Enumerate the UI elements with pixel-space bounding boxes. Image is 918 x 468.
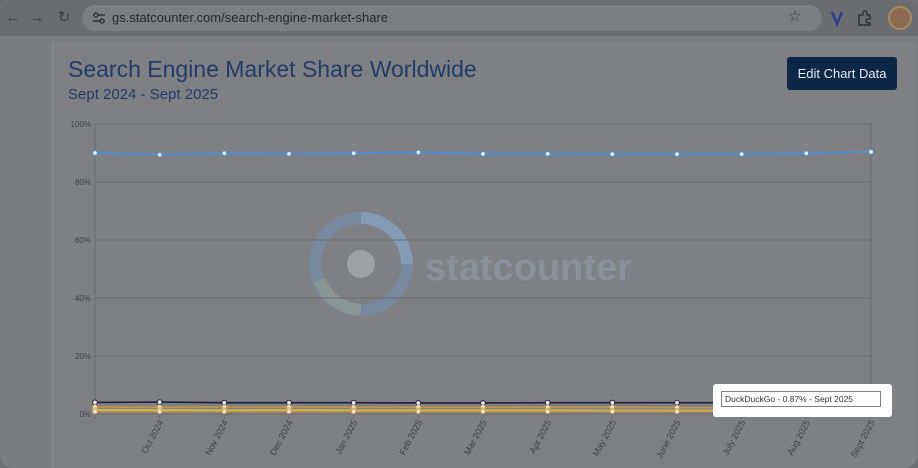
data-point[interactable] <box>609 151 616 158</box>
data-point[interactable] <box>92 150 98 156</box>
browser-window: ← → ↻ gs.statcounter.com/search-engine-m… <box>0 0 918 468</box>
data-point[interactable] <box>738 151 745 158</box>
data-point[interactable] <box>480 150 486 157</box>
y-tick-label: 40% <box>75 294 91 303</box>
data-point[interactable] <box>609 399 616 406</box>
x-tick-label: Feb 2025 <box>397 418 424 456</box>
data-point[interactable] <box>92 408 98 415</box>
data-point[interactable] <box>156 408 163 415</box>
data-point[interactable] <box>674 151 680 158</box>
data-point[interactable] <box>156 399 163 406</box>
data-point[interactable] <box>415 149 422 156</box>
data-point[interactable] <box>674 399 680 406</box>
y-tick-label: 80% <box>75 178 91 187</box>
y-tick-label: 0% <box>79 410 91 419</box>
y-tick-label: 60% <box>75 236 91 245</box>
x-tick-label: Aug 2025 <box>785 418 812 457</box>
data-point[interactable] <box>609 408 616 415</box>
data-point-tooltip: DuckDuckGo - 0.87% - Sept 2025 <box>721 391 881 407</box>
x-tick-label: June 2025 <box>654 418 683 460</box>
data-point[interactable] <box>480 408 486 415</box>
x-tick-label: Oct 2024 <box>139 418 165 455</box>
watermark-text: statcounter <box>425 247 632 289</box>
y-tick-label: 100% <box>71 120 91 129</box>
data-point[interactable] <box>221 150 228 157</box>
x-axis-ticks: Oct 2024 Nov 2024 Dec 2024 Jan 2025 Feb 2025… <box>94 414 877 460</box>
y-axis-ticks: 0% 20% 40% 60% 80% 100% <box>71 120 91 419</box>
x-tick-label: Mar 2025 <box>462 418 489 456</box>
data-point[interactable] <box>350 408 357 415</box>
statcounter-watermark: statcounter <box>309 212 632 316</box>
x-tick-label: July 2025 <box>721 418 748 457</box>
data-point[interactable] <box>674 408 680 415</box>
x-tick-label: Sept 2025 <box>849 418 877 459</box>
x-tick-label: Jan 2025 <box>333 418 359 455</box>
data-point[interactable] <box>286 150 292 157</box>
x-tick-label: Apr 2025 <box>527 418 553 455</box>
data-point[interactable] <box>286 408 292 415</box>
data-point[interactable] <box>868 148 874 155</box>
data-point[interactable] <box>803 150 810 157</box>
x-tick-label: May 2025 <box>591 418 618 458</box>
data-point[interactable] <box>156 151 163 158</box>
data-point[interactable] <box>544 408 551 415</box>
data-point[interactable] <box>350 150 357 157</box>
data-point[interactable] <box>544 399 551 406</box>
y-tick-label: 20% <box>75 352 91 361</box>
x-tick-label: Dec 2024 <box>268 418 295 457</box>
data-point[interactable] <box>221 408 228 415</box>
data-point[interactable] <box>415 408 422 415</box>
data-point[interactable] <box>350 399 357 406</box>
data-point[interactable] <box>544 150 551 157</box>
data-point[interactable] <box>92 399 98 406</box>
x-tick-label: Nov 2024 <box>203 418 230 457</box>
